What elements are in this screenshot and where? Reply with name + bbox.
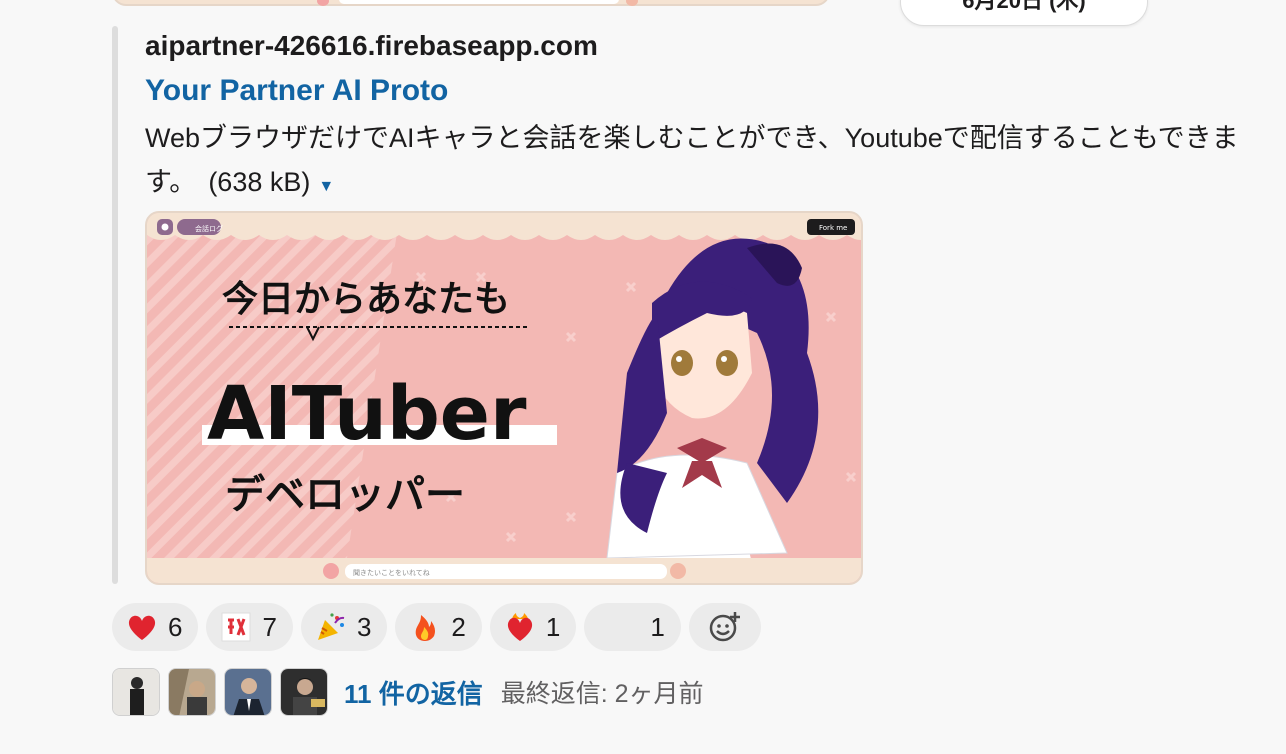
fork-me-label: Fork me — [819, 224, 847, 232]
send-button-remnant — [626, 0, 638, 6]
reaction-count: 7 — [262, 612, 277, 642]
send-icon — [670, 563, 686, 579]
reaction-count: 1 — [545, 612, 561, 642]
unfurl-domain: aipartner-426616.firebaseapp.com — [145, 30, 598, 61]
avatar[interactable] — [168, 668, 216, 716]
avatar[interactable] — [112, 668, 160, 716]
reaction-count: 6 — [168, 612, 183, 642]
date-divider-pill[interactable]: 6月20日 (木) — [900, 0, 1148, 26]
reply-count-link[interactable]: 11 件の返信 — [344, 674, 483, 711]
unfurl-preview-image[interactable]: 会話ログ Fork me 今日からあなたも AITuber デベロッパー 聞きた… — [145, 211, 863, 585]
reaction-count: 3 — [356, 612, 372, 642]
collapse-caret-icon[interactable]: ▼ — [318, 178, 334, 195]
reaction-count: 2 — [451, 612, 466, 642]
chat-log-label: 会話ログ — [195, 224, 223, 233]
reaction-party-popper[interactable]: 3 — [300, 603, 388, 651]
avatar[interactable] — [280, 668, 328, 716]
sub-title-text: デベロッパー — [225, 472, 465, 518]
unfurl-title-link[interactable]: Your Partner AI Proto — [145, 74, 448, 108]
reaction-fire[interactable]: 2 — [395, 603, 482, 651]
last-reply-timestamp: 最終返信: 2ヶ月前 — [500, 680, 704, 708]
unfurl-quote-bar — [112, 26, 118, 584]
scalloped-edge — [147, 213, 861, 240]
add-reaction-button[interactable] — [688, 603, 761, 651]
fire-icon — [416, 615, 436, 641]
reaction-bar: 6 7 3 2 1 1 — [112, 603, 761, 651]
chat-input-placeholder: 聞きたいことをいれてね — [353, 569, 430, 577]
heart-icon — [128, 615, 156, 640]
reaction-heart-on-fire[interactable]: 1 — [489, 603, 577, 651]
big-title-text: AITuber — [207, 371, 527, 457]
blank-emoji-icon — [598, 611, 640, 643]
previous-attachment-card — [112, 0, 830, 6]
reaction-heart[interactable]: 6 — [112, 603, 199, 651]
add-emoji-icon — [709, 612, 740, 642]
avatar[interactable] — [224, 668, 272, 716]
headline-text: 今日からあなたも — [222, 279, 510, 320]
mic-button-remnant — [317, 0, 329, 6]
unfurl-description: WebブラウザだけでAIキャラと会話を楽しむことができ、Youtubeで配信する… — [145, 116, 1285, 209]
reaction-count: 1 — [650, 612, 665, 642]
unfurl-file-size: (638 kB) — [208, 167, 311, 197]
custom-badge-icon — [221, 612, 251, 642]
input-bar-remnant — [339, 0, 619, 4]
party-popper-icon — [317, 613, 345, 640]
reaction-custom-badge[interactable]: 7 — [206, 603, 293, 651]
reaction-blank[interactable]: 1 — [584, 603, 681, 651]
heart-on-fire-icon — [507, 613, 532, 641]
thread-replies[interactable]: 11 件の返信 最終返信: 2ヶ月前 — [112, 668, 704, 716]
mic-icon — [323, 563, 339, 579]
